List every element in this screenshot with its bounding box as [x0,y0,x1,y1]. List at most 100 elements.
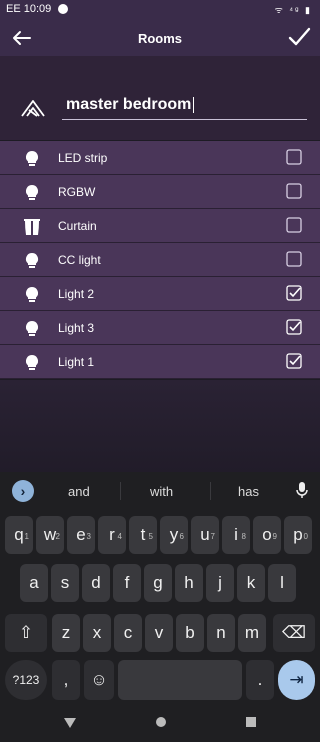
emoji-key[interactable]: ☺ [84,660,114,700]
status-time: EE 10:09 [6,3,52,15]
room-icon [21,100,45,117]
enter-key-label: ⇥ [289,670,304,689]
key-j-label: j [218,573,222,592]
device-row[interactable]: Light 2 [0,277,320,311]
mic-icon[interactable] [294,480,310,500]
device-row[interactable]: LED strip [0,141,320,175]
status-icons: ᯤ ⁴ᵍ ▮ [274,5,312,15]
suggestion-toggle-icon[interactable]: › [12,480,34,502]
keyboard: › and with has q1w2e3r4t5y6u7i8o9p0 a s d f g… [0,472,320,742]
key-n[interactable]: n [207,614,235,652]
key-y-hint: 6 [179,532,184,541]
key-k-label: k [246,573,256,592]
key-e[interactable]: e3 [67,516,95,554]
key-m-label: m [244,623,260,642]
bulb-icon [25,286,39,302]
key-y[interactable]: y6 [160,516,188,554]
symbols-key[interactable]: ?123 [5,660,47,700]
backspace-key[interactable]: ⌫ [273,614,315,652]
device-label: RGBW [58,185,96,199]
checkbox-checked[interactable] [286,285,302,301]
key-h[interactable]: h [175,564,203,602]
device-row[interactable]: Light 1 [0,345,320,379]
room-header: master bedroom [0,56,320,140]
key-d-label: d [91,573,101,592]
key-i-hint: 8 [241,532,246,541]
key-b[interactable]: b [176,614,204,652]
key-s-label: s [60,573,70,592]
key-o-hint: 9 [272,532,277,541]
key-x[interactable]: x [83,614,111,652]
symbols-key-label: ?123 [12,673,40,687]
key-r[interactable]: r4 [98,516,126,554]
key-l-label: l [280,573,284,592]
suggestion-2[interactable]: with [150,484,173,499]
text-cursor [193,96,195,113]
key-f[interactable]: f [113,564,141,602]
device-row[interactable]: Light 3 [0,311,320,345]
key-z[interactable]: z [52,614,80,652]
key-a-label: a [29,573,39,592]
key-w[interactable]: w2 [36,516,64,554]
key-l[interactable]: l [268,564,296,602]
key-d[interactable]: d [82,564,110,602]
device-row[interactable]: Curtain [0,209,320,243]
device-label: Light 1 [58,355,95,369]
key-u-hint: 7 [210,532,215,541]
key-c[interactable]: c [114,614,142,652]
key-p[interactable]: p0 [284,516,312,554]
nav-back-icon[interactable] [64,718,76,728]
nav-recents-icon[interactable] [246,717,256,727]
checkbox-checked[interactable] [286,353,302,369]
key-s[interactable]: s [51,564,79,602]
checkbox-unchecked[interactable] [286,251,302,267]
device-label: CC light [58,253,101,267]
shift-key-label: ⇧ [18,623,34,642]
bulb-icon [25,184,39,200]
key-g[interactable]: g [144,564,172,602]
key-z-label: z [61,623,71,642]
app-bar: Rooms [0,20,320,56]
device-row[interactable]: CC light [0,243,320,277]
key-o[interactable]: o9 [253,516,281,554]
checkbox-checked[interactable] [286,319,302,335]
nav-home-icon[interactable] [156,717,166,727]
device-row[interactable]: RGBW [0,175,320,209]
device-list: LED strip RGBW Curtain CC light Light 2 Light… [0,141,320,379]
key-v[interactable]: v [145,614,173,652]
period-key-label: . [257,670,263,689]
key-x-label: x [92,623,102,642]
key-c-label: c [123,623,133,642]
emoji-key-label: ☺ [90,670,108,689]
key-t[interactable]: t5 [129,516,157,554]
device-label: Light 3 [58,321,95,335]
space-key[interactable] [118,660,242,700]
key-i[interactable]: i8 [222,516,250,554]
comma-key[interactable]: , [52,660,80,700]
key-f-label: f [124,573,130,592]
checkbox-unchecked[interactable] [286,149,302,165]
period-key[interactable]: . [246,660,274,700]
key-k[interactable]: k [237,564,265,602]
checkbox-unchecked[interactable] [286,183,302,199]
key-w-hint: 2 [55,532,60,541]
suggestion-1[interactable]: and [68,484,90,499]
device-label: Curtain [58,219,97,233]
key-b-label: b [185,623,195,642]
key-m[interactable]: m [238,614,266,652]
suggestion-3[interactable]: has [238,484,259,499]
key-e-hint: 3 [86,532,91,541]
key-h-label: h [184,573,194,592]
key-j[interactable]: j [206,564,234,602]
key-u[interactable]: u7 [191,516,219,554]
room-name-input[interactable]: master bedroom [62,96,307,120]
room-name-value: master bedroom [66,96,192,113]
key-t-hint: 5 [148,532,153,541]
checkbox-unchecked[interactable] [286,217,302,233]
shift-key[interactable]: ⇧ [5,614,47,652]
navigation-bar [0,706,320,742]
key-q[interactable]: q1 [5,516,33,554]
confirm-check-icon[interactable] [284,22,314,52]
enter-key[interactable]: ⇥ [278,660,315,700]
key-a[interactable]: a [20,564,48,602]
